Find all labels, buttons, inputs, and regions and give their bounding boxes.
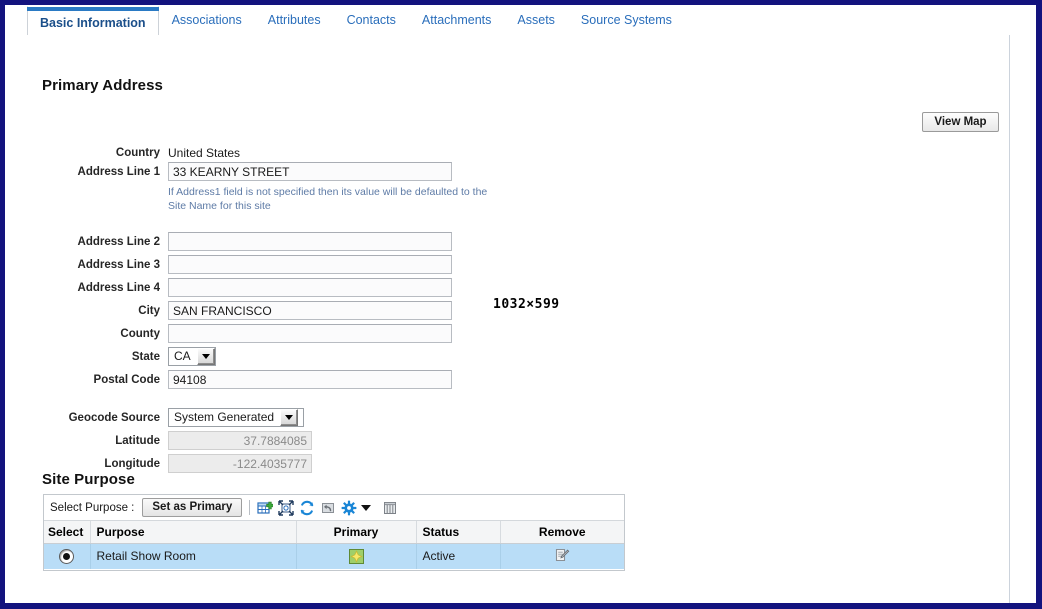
- chevron-down-icon: [280, 409, 299, 426]
- country-value: United States: [168, 146, 241, 160]
- address-line-3-label: Address Line 3: [77, 259, 160, 271]
- column-header-status[interactable]: Status: [416, 521, 501, 544]
- tab-source-systems[interactable]: Source Systems: [568, 5, 685, 35]
- toolbar-separator: [249, 500, 251, 515]
- row-status-cell: Active: [416, 543, 501, 570]
- address-line-4-label: Address Line 4: [77, 282, 160, 294]
- field-row-address-line-4: Address Line 4: [42, 278, 502, 298]
- site-purpose-heading: Site Purpose: [42, 471, 135, 488]
- tab-label: Attachments: [421, 13, 492, 27]
- state-select[interactable]: CA: [168, 347, 216, 366]
- undo-icon[interactable]: [320, 500, 336, 516]
- field-row-address-line-2: Address Line 2: [42, 232, 502, 252]
- postal-code-input[interactable]: [168, 370, 452, 389]
- country-label: Country: [115, 147, 160, 159]
- row-purpose-cell: Retail Show Room: [90, 543, 297, 570]
- row-select-cell[interactable]: [44, 543, 91, 570]
- row-remove-cell[interactable]: [500, 543, 624, 570]
- caret-down-icon[interactable]: [361, 504, 372, 511]
- row-radio-button[interactable]: [59, 548, 75, 564]
- tab-attachments[interactable]: Attachments: [409, 5, 504, 35]
- view-map-button[interactable]: View Map: [922, 112, 999, 132]
- geocode-source-selected-value: System Generated: [174, 410, 275, 424]
- table-header-row: Select Purpose Primary Status Remove: [44, 521, 624, 544]
- tab-label: Assets: [517, 13, 555, 27]
- tab-label: Source Systems: [580, 13, 672, 27]
- tab-basic-information[interactable]: Basic Information: [27, 6, 159, 36]
- column-header-select[interactable]: Select: [44, 521, 91, 544]
- add-row-icon[interactable]: [257, 500, 274, 516]
- field-row-county: County: [42, 324, 502, 344]
- row-primary-cell: [296, 543, 417, 570]
- tab-assets[interactable]: Assets: [504, 5, 568, 35]
- column-header-primary[interactable]: Primary: [296, 521, 417, 544]
- expand-icon[interactable]: [278, 499, 295, 516]
- address-line-2-label: Address Line 2: [77, 236, 160, 248]
- chevron-down-icon: [196, 348, 215, 365]
- toolbar-icon-group: [249, 499, 398, 516]
- tab-label: Attributes: [267, 13, 321, 27]
- tab-label: Basic Information: [40, 16, 146, 30]
- site-purpose-grid: Select Purpose Primary Status Remove Ret…: [44, 521, 624, 570]
- city-label: City: [138, 305, 160, 317]
- detach-columns-icon[interactable]: [382, 500, 398, 516]
- address-line-2-input[interactable]: [168, 232, 452, 251]
- tab-attributes[interactable]: Attributes: [255, 5, 334, 35]
- address-line-1-label: Address Line 1: [77, 166, 160, 178]
- address-line-4-input[interactable]: [168, 278, 452, 297]
- column-header-remove[interactable]: Remove: [500, 521, 624, 544]
- primary-address-heading: Primary Address: [42, 77, 164, 94]
- tab-label: Contacts: [346, 13, 396, 27]
- basic-information-panel: Primary Address View Map Country United …: [5, 35, 1010, 603]
- tab-associations[interactable]: Associations: [159, 5, 255, 35]
- tab-label: Associations: [171, 13, 242, 27]
- state-label: State: [131, 351, 160, 363]
- field-row-postal-code: Postal Code: [42, 370, 502, 390]
- geocode-source-select[interactable]: System Generated: [168, 408, 304, 427]
- application-window-frame: Basic Information Associations Attribute…: [0, 0, 1042, 609]
- tab-contacts[interactable]: Contacts: [334, 5, 409, 35]
- county-input[interactable]: [168, 324, 452, 343]
- table-row[interactable]: Retail Show Room Active: [44, 543, 624, 570]
- county-label: County: [120, 328, 160, 340]
- field-row-country: Country United States: [42, 143, 502, 163]
- address-line-1-input[interactable]: [168, 162, 452, 181]
- latitude-label: Latitude: [115, 435, 160, 447]
- site-purpose-toolbar: Select Purpose : Set as Primary: [44, 495, 624, 521]
- site-purpose-table: Select Purpose : Set as Primary Select P…: [43, 494, 625, 571]
- state-selected-value: CA: [174, 349, 191, 363]
- gear-icon[interactable]: [341, 500, 357, 516]
- application-viewport: Basic Information Associations Attribute…: [5, 5, 1036, 603]
- primary-star-icon: [348, 548, 364, 564]
- address-line-3-input[interactable]: [168, 255, 452, 274]
- geocode-source-label: Geocode Source: [68, 412, 160, 424]
- field-row-city: City: [42, 301, 502, 321]
- postal-code-label: Postal Code: [93, 374, 160, 386]
- field-row-address-line-1: Address Line 1: [42, 162, 502, 182]
- field-row-address-line-3: Address Line 3: [42, 255, 502, 275]
- set-as-primary-button[interactable]: Set as Primary: [142, 498, 243, 517]
- field-row-geocode-source: Geocode Source System Generated: [42, 408, 502, 428]
- longitude-input: [168, 454, 312, 473]
- refresh-icon[interactable]: [299, 500, 315, 516]
- field-row-state: State CA: [42, 347, 502, 367]
- city-input[interactable]: [168, 301, 452, 320]
- tab-bar: Basic Information Associations Attribute…: [5, 5, 1010, 36]
- latitude-input: [168, 431, 312, 450]
- column-header-purpose[interactable]: Purpose: [90, 521, 297, 544]
- dimension-watermark: 1032×599: [493, 297, 560, 312]
- field-row-latitude: Latitude: [42, 431, 502, 451]
- select-purpose-label: Select Purpose :: [50, 501, 135, 514]
- address1-hint-text: If Address1 field is not specified then …: [168, 186, 488, 212]
- edit-remove-icon[interactable]: [554, 548, 570, 564]
